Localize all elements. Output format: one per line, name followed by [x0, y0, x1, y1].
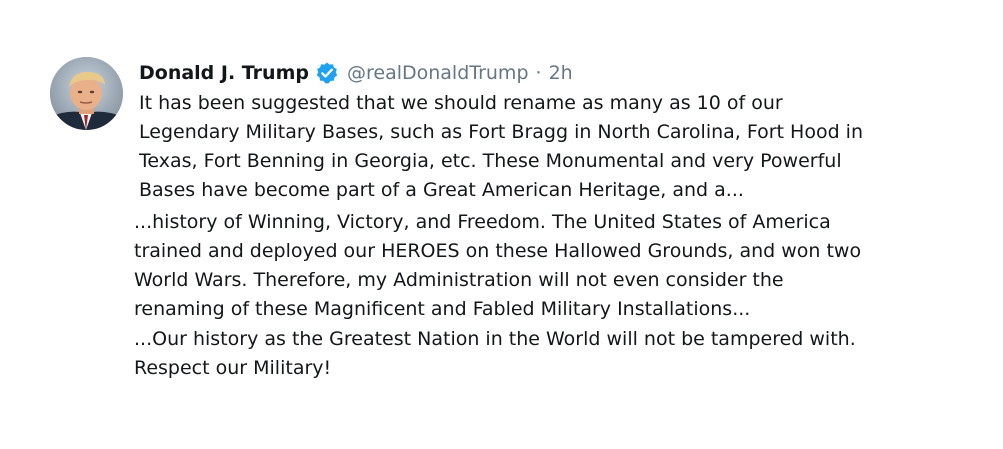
avatar-image	[50, 57, 123, 130]
tweet-header: Donald J. Trump @realDonaldTrump · 2h	[139, 60, 573, 86]
header-separator: ·	[535, 62, 542, 84]
tweet-text-paragraph-2: ...history of Winning, Victory, and Free…	[134, 211, 862, 320]
avatar[interactable]	[50, 57, 123, 130]
verified-badge-icon	[315, 61, 339, 85]
tweet: Donald J. Trump @realDonaldTrump · 2h It…	[0, 0, 1003, 449]
author-handle[interactable]: @realDonaldTrump	[347, 60, 529, 86]
tweet-text-paragraph-1: It has been suggested that we should ren…	[139, 92, 863, 201]
tweet-text-paragraph-3: ...Our history as the Greatest Nation in…	[134, 328, 856, 379]
tweet-timestamp[interactable]: 2h	[549, 60, 573, 86]
author-name[interactable]: Donald J. Trump	[139, 60, 309, 86]
